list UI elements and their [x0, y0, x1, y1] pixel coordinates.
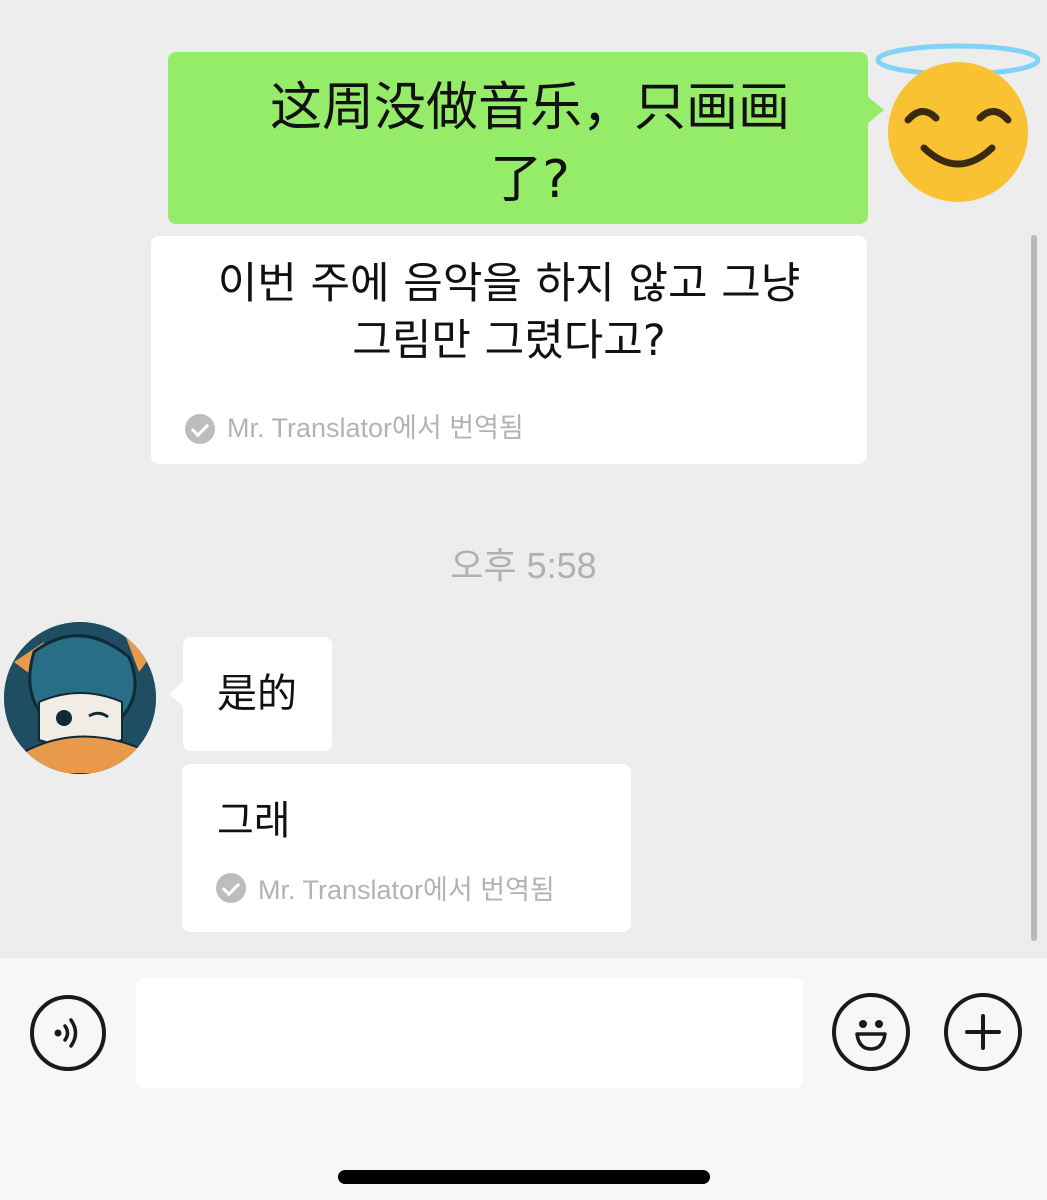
message-timestamp: 오후 5:58	[450, 545, 597, 586]
received-translation-text: 그래	[217, 798, 291, 844]
plus-button[interactable]	[944, 993, 1022, 1071]
translation-note-text: Mr. Translator에서 번역됨	[227, 413, 524, 443]
received-message-text: 是的	[217, 671, 297, 717]
sent-message-text: 这周没做音乐，只画画了?	[269, 78, 790, 210]
smiling-face-with-halo-icon[interactable]	[872, 40, 1044, 204]
emoji-icon	[855, 1020, 887, 1051]
scrollbar[interactable]	[1031, 235, 1037, 941]
avatar[interactable]	[4, 622, 156, 774]
message-input[interactable]	[136, 978, 803, 1088]
sent-message-bubble[interactable]: 这周没做音乐，只画画了?	[168, 52, 884, 224]
received-message-bubble[interactable]: 是的	[169, 637, 332, 751]
check-circle-icon	[185, 413, 215, 444]
sent-translation-card[interactable]: 이번 주에 음악을 하지 않고 그냥 그림만 그렸다고? Mr. Transla…	[151, 236, 867, 464]
translation-note-text: Mr. Translator에서 번역됨	[258, 875, 555, 905]
check-circle-icon	[216, 872, 246, 903]
home-indicator[interactable]	[338, 1170, 710, 1184]
drawn-character-avatar	[4, 622, 156, 774]
translation-note: Mr. Translator에서 번역됨	[185, 400, 524, 457]
translation-note: Mr. Translator에서 번역됨	[216, 868, 555, 907]
received-translation-card[interactable]: 그래 Mr. Translator에서 번역됨	[182, 764, 631, 932]
chat-area: 这周没做音乐，只画画了? 이번 주에 음악을 하지 않고 그냥 그림만 그렸다고…	[0, 0, 1047, 958]
voice-icon	[54, 1018, 78, 1048]
emoji-button[interactable]	[832, 993, 910, 1071]
plus-icon	[965, 1014, 1001, 1050]
sent-translation-text: 이번 주에 음악을 하지 않고 그냥 그림만 그렸다고?	[217, 259, 801, 366]
voice-button[interactable]	[30, 995, 106, 1071]
